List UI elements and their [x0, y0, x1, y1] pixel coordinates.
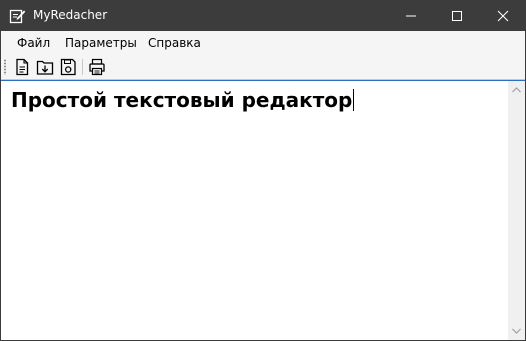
close-button[interactable]: [480, 0, 525, 31]
menu-help[interactable]: Справка: [148, 31, 201, 55]
editor-text-line: Простой текстовый редактор: [11, 87, 355, 113]
scroll-down-arrow-icon[interactable]: [512, 328, 521, 334]
new-file-button[interactable]: [13, 58, 31, 76]
menu-file[interactable]: Файл: [17, 31, 50, 55]
menu-bar: Файл Параметры Справка: [1, 31, 525, 55]
close-icon: [497, 10, 509, 22]
toolbar-grip[interactable]: [4, 59, 6, 75]
menu-settings[interactable]: Параметры: [65, 31, 137, 55]
editor-content: Простой текстовый редактор: [11, 88, 353, 112]
open-file-button[interactable]: [36, 58, 54, 76]
toolbar-separator: [82, 59, 83, 75]
vertical-scrollbar[interactable]: [508, 81, 525, 340]
text-editor-area[interactable]: Простой текстовый редактор: [1, 80, 525, 340]
window-title: MyRedacher: [33, 8, 108, 22]
print-button[interactable]: [88, 58, 106, 76]
maximize-icon: [452, 11, 462, 21]
minimize-icon: [406, 15, 416, 17]
maximize-button[interactable]: [434, 0, 480, 31]
save-file-button[interactable]: [59, 58, 77, 76]
save-file-icon: [60, 58, 76, 76]
new-file-icon: [16, 58, 29, 76]
toolbar: [1, 55, 525, 80]
notepad-pencil-icon: [9, 7, 26, 24]
title-bar[interactable]: MyRedacher: [1, 0, 525, 31]
print-icon: [89, 58, 105, 76]
minimize-button[interactable]: [388, 0, 434, 31]
scroll-up-arrow-icon[interactable]: [512, 87, 521, 93]
open-file-icon: [36, 60, 54, 75]
text-caret: [353, 89, 355, 111]
app-window: MyRedacher Файл Параметры Справка Просто…: [0, 0, 526, 341]
